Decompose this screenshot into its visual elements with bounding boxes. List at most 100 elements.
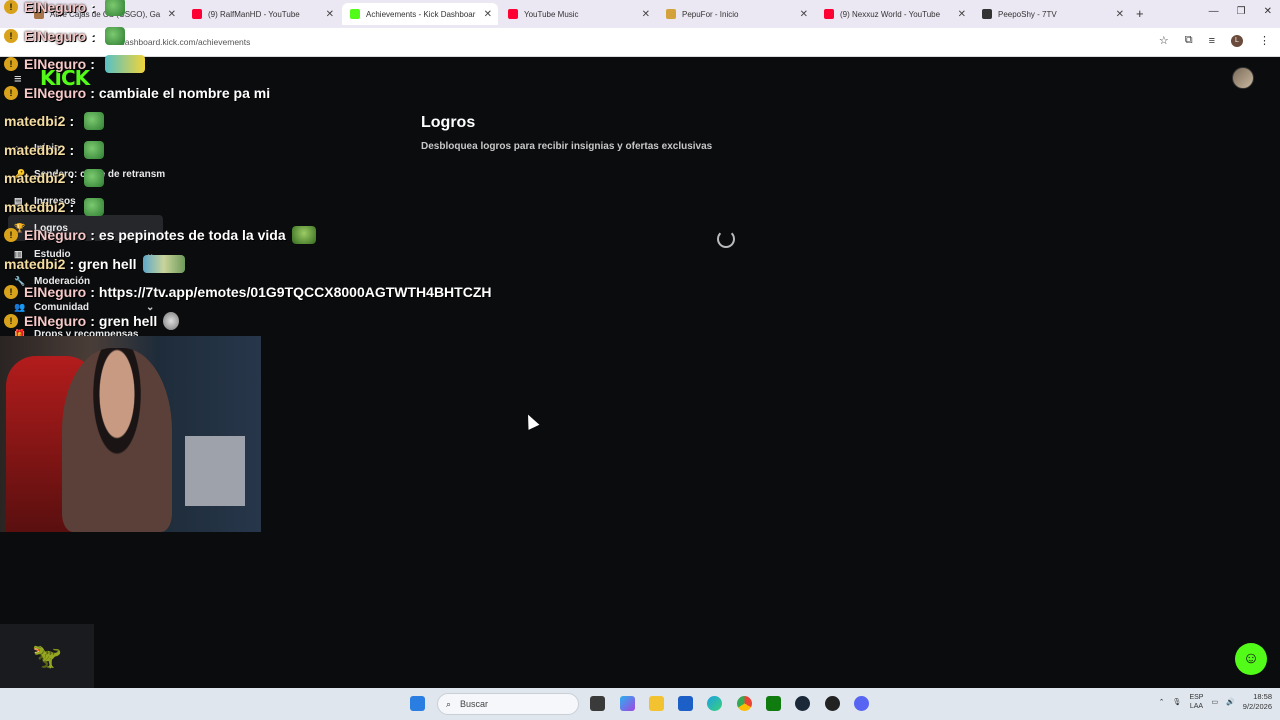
chat-message: matedbi2: (4, 108, 105, 134)
chat-separator: : (90, 227, 95, 243)
tab-title: PepuFor - Inicio (682, 9, 739, 19)
chat-separator: : (90, 84, 95, 101)
screen: Abre Cajas de CS (CSGO), Ga✕(9) RalfManH… (0, 0, 1280, 720)
tray-chevron-icon[interactable]: ⌃ (1159, 698, 1165, 706)
chat-username: matedbi2 (4, 113, 66, 129)
chat-username: matedbi2 (4, 198, 66, 215)
copilot-icon[interactable] (620, 696, 635, 711)
chat-separator: : (90, 56, 95, 72)
task-view-icon[interactable] (590, 696, 605, 711)
chat-message: ! ElNeguro: (4, 0, 125, 20)
toolbar-icons: ☆ ⧉ ≡ L ⋮ (1159, 34, 1270, 47)
tab-favicon-icon (982, 9, 992, 19)
chat-emote-icon (84, 197, 105, 216)
chat-emote-icon (142, 254, 185, 273)
browser-tab[interactable]: PeepoShy - 7TV ✕ (974, 3, 1130, 25)
minimize-icon[interactable]: — (1209, 6, 1219, 17)
chat-username: ElNeguro (24, 56, 87, 72)
language-indicator[interactable]: ESP LAA (1189, 693, 1203, 711)
steam-icon[interactable] (795, 696, 810, 711)
tab-close-icon[interactable]: ✕ (800, 9, 808, 20)
chat-badge-icon: ! (4, 85, 18, 100)
obs-icon[interactable] (825, 696, 840, 711)
tab-close-icon[interactable]: ✕ (958, 9, 966, 20)
chat-message: matedbi2: (4, 165, 105, 191)
restore-icon[interactable]: ❐ (1237, 6, 1246, 17)
chat-emote-icon (104, 0, 125, 16)
clock-date: 9/2/2026 (1242, 702, 1272, 711)
chat-separator: : (90, 284, 95, 300)
discord-icon[interactable] (854, 696, 869, 711)
chat-username: matedbi2 (4, 170, 66, 186)
microphone-icon[interactable]: 🎙 (1173, 698, 1182, 706)
chat-message: ! ElNeguro: gren hell (4, 308, 180, 334)
tab-favicon-icon (666, 9, 676, 19)
start-icon[interactable] (410, 696, 425, 711)
support-chat-button[interactable]: ☺ (1235, 643, 1267, 675)
browser-tab[interactable]: PepuFor - Inicio ✕ (658, 3, 814, 25)
extensions-icon[interactable]: ⧉ (1185, 34, 1193, 47)
chat-separator: : (90, 0, 95, 15)
tab-close-icon[interactable]: ✕ (1116, 9, 1124, 20)
volume-icon[interactable]: 🔊 (1226, 698, 1235, 706)
stream-chat-overlay: ! ElNeguro:! ElNeguro:! ElNeguro:! ElNeguro:… (0, 0, 600, 335)
chat-badge-icon: ! (4, 313, 18, 328)
tab-close-icon[interactable]: ✕ (642, 9, 650, 20)
bookmark-star-icon[interactable]: ☆ (1159, 34, 1169, 47)
chat-message: ! ElNeguro: (4, 51, 145, 77)
chat-emote-icon (104, 55, 145, 73)
dino-widget: 🦖 (0, 624, 94, 688)
profile-avatar[interactable]: L (1231, 34, 1243, 47)
chat-separator: : (69, 141, 75, 158)
chat-message: ! ElNeguro: cambiale el nombre pa mi (4, 80, 270, 106)
chat-emote-icon (291, 226, 316, 244)
chat-badge-icon: ! (4, 285, 18, 299)
chat-message: ! ElNeguro: (4, 23, 125, 49)
search-icon: ⌕ (446, 698, 452, 709)
loading-spinner-icon (717, 230, 735, 248)
taskbar-search[interactable]: ⌕ Buscar (437, 693, 579, 715)
chat-message: matedbi2: gren hell (4, 251, 185, 277)
chat-message: ! ElNeguro: es pepinotes de toda la vida (4, 222, 316, 248)
network-icon[interactable]: ▭ (1211, 698, 1218, 706)
language-code: ESP (1189, 694, 1204, 701)
chat-text: https://7tv.app/emotes/01G9TQCCX8000AGTW… (98, 284, 492, 300)
chat-text: gren hell (78, 255, 137, 272)
chat-text: gren hell (98, 312, 158, 329)
tab-title: (9) Nexxuz World - YouTube (840, 9, 941, 19)
user-avatar[interactable] (1232, 67, 1254, 89)
cabinet (185, 436, 245, 506)
chat-username: ElNeguro (24, 0, 87, 15)
chrome-icon[interactable] (737, 696, 752, 711)
file-explorer-icon[interactable] (649, 696, 664, 711)
menu-kebab-icon[interactable]: ⋮ (1259, 34, 1270, 47)
tab-favicon-icon (824, 9, 834, 19)
media-control-icon[interactable]: ≡ (1209, 35, 1215, 47)
store-icon[interactable] (678, 696, 693, 711)
streamer (62, 348, 172, 532)
chat-emote-icon (84, 140, 105, 159)
chat-badge-icon: ! (4, 28, 18, 43)
chat-username: ElNeguro (24, 284, 87, 300)
close-window-icon[interactable]: ✕ (1264, 6, 1272, 17)
chat-badge-icon: ! (4, 57, 18, 71)
chat-separator: : (69, 198, 75, 215)
chat-emote-icon (104, 26, 125, 45)
edge-icon[interactable] (707, 696, 722, 711)
window-controls: — ❐ ✕ (1209, 6, 1272, 17)
clock[interactable]: 18:58 9/2/2026 (1243, 692, 1272, 712)
xbox-icon[interactable] (766, 696, 781, 711)
webcam-feed (0, 336, 261, 532)
tab-title: PeepoShy - 7TV (998, 9, 1057, 19)
chat-emote-icon (163, 311, 180, 330)
browser-tab[interactable]: (9) Nexxuz World - YouTube ✕ (816, 3, 972, 25)
new-tab-button[interactable]: + (1136, 6, 1144, 21)
chat-separator: : (90, 27, 95, 44)
chat-separator: : (69, 113, 75, 129)
chat-username: ElNeguro (24, 312, 87, 329)
windows-taskbar: ⌕ Buscar ⌃ 🎙 ESP LAA ▭ 🔊 18:58 9/2/2026 (0, 688, 1280, 720)
mouse-cursor-icon (522, 412, 540, 430)
chat-username: matedbi2 (4, 255, 66, 272)
chat-emote-icon (84, 112, 105, 130)
chat-text: es pepinotes de toda la vida (98, 227, 286, 243)
